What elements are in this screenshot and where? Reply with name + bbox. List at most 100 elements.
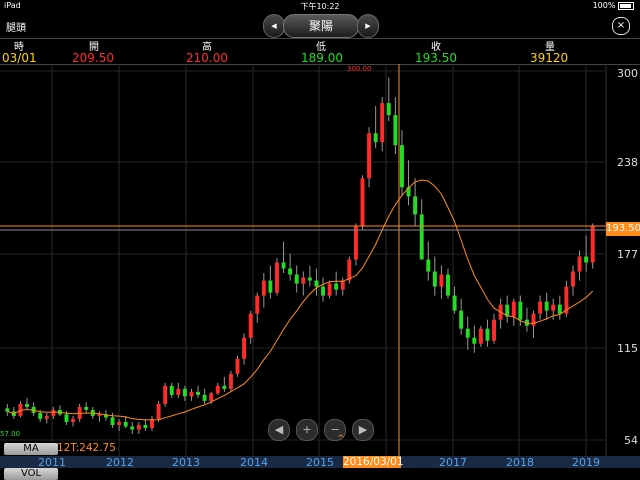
moving-average-line	[7, 179, 594, 421]
zoom-in-button[interactable]: +	[296, 419, 318, 441]
candle-body	[143, 424, 148, 428]
candle-body	[84, 406, 89, 410]
value-low: 189.00	[301, 51, 343, 65]
candle-body	[419, 214, 424, 260]
vol-button[interactable]: VOL	[4, 468, 58, 480]
candle-body	[426, 259, 431, 272]
back-button[interactable]: 腿頭	[6, 19, 26, 34]
candle-body	[71, 418, 76, 422]
candle-body	[485, 328, 490, 341]
candle-body	[367, 133, 372, 179]
candlestick-chart[interactable]: 300 238 177 115 54 300.00 57.00	[0, 64, 640, 456]
candle-body	[314, 280, 319, 287]
candle-body	[163, 385, 168, 404]
y-axis-labels: 300 238 177 115 54	[617, 67, 638, 447]
candle-body	[248, 313, 253, 338]
y-tick-label: 300	[617, 67, 638, 80]
left-arrow-icon: ◀	[271, 22, 277, 30]
close-button[interactable]: ×	[612, 17, 630, 35]
candle-body	[97, 414, 102, 416]
candle-body	[25, 403, 29, 407]
next-stock-button[interactable]: ▶	[357, 14, 379, 38]
candle-body	[156, 403, 161, 419]
y-tick-label: 54	[624, 434, 638, 447]
chart-grid	[0, 64, 607, 456]
candle-body	[51, 409, 56, 416]
value-volume: 39120	[530, 51, 569, 65]
candle-body	[373, 133, 378, 143]
candle-body	[465, 328, 470, 338]
caret-up-icon: ^	[337, 434, 345, 444]
status-time: 下午10:22	[300, 2, 340, 11]
candle-body	[182, 388, 187, 397]
x-tick-label: 2014	[240, 456, 268, 469]
x-tick-label: 2013	[172, 456, 200, 469]
candle-body	[571, 271, 575, 287]
candle-body	[432, 271, 437, 287]
candle-body	[136, 424, 141, 430]
status-bar: iPad 下午10:22 100%	[0, 0, 640, 12]
candle-body	[176, 388, 181, 395]
close-icon: ×	[616, 20, 626, 31]
candle-body	[386, 103, 391, 116]
ma-value: 12T:242.75	[57, 442, 116, 454]
candle-body	[261, 280, 266, 296]
right-arrow-icon: ▶	[365, 22, 371, 30]
prev-stock-button[interactable]: ◀	[263, 14, 285, 38]
candle-series	[5, 77, 595, 434]
value-high: 210.00	[186, 51, 228, 65]
candle-body	[123, 421, 128, 427]
candle-body	[538, 301, 543, 314]
x-tick-label: 2012	[106, 456, 134, 469]
candle-body	[44, 415, 49, 419]
y-tick-label: 238	[617, 156, 638, 169]
x-tick-label: 2015	[306, 456, 334, 469]
candle-body	[518, 301, 523, 320]
candle-body	[307, 277, 312, 281]
candle-body	[452, 295, 457, 311]
stock-title[interactable]: 聚陽	[283, 14, 359, 38]
candle-body	[209, 393, 214, 401]
candle-body	[353, 226, 358, 260]
candle-body	[557, 304, 562, 314]
value-open: 209.50	[72, 51, 114, 65]
candle-body	[281, 262, 286, 269]
candle-body	[446, 274, 450, 296]
value-close: 193.50	[415, 51, 457, 65]
candle-body	[215, 385, 220, 394]
x-tick-label: 2018	[506, 456, 534, 469]
y-tick-label: 115	[617, 342, 638, 355]
left-arrow-icon: ◀	[274, 423, 284, 436]
candle-body	[301, 277, 306, 284]
right-arrow-icon: ▶	[358, 423, 368, 436]
candle-body	[202, 394, 207, 401]
candle-body	[196, 391, 201, 395]
candle-body	[38, 412, 43, 419]
candle-body	[360, 178, 365, 227]
candle-body	[189, 391, 194, 397]
candle-body	[380, 103, 385, 143]
x-axis: 2011 2012 2013 2014 2015 2017 2018 2019	[0, 456, 640, 469]
candle-body	[255, 295, 260, 314]
y-tick-label: 177	[617, 248, 638, 261]
candle-body	[590, 226, 595, 263]
candle-body	[544, 301, 549, 311]
candle-body	[340, 280, 345, 290]
candle-body	[459, 310, 464, 329]
scroll-left-button[interactable]: ◀	[268, 419, 290, 441]
scroll-right-button[interactable]: ▶	[352, 419, 374, 441]
candle-body	[110, 417, 115, 425]
candle-body	[478, 328, 483, 344]
candle-body	[551, 304, 556, 311]
candle-body	[334, 283, 339, 290]
candle-body	[268, 280, 273, 293]
candle-body	[439, 274, 444, 287]
current-price-badge: 193.50	[606, 222, 640, 236]
ma-button[interactable]: MA	[4, 443, 58, 455]
battery-percent: 100%	[592, 1, 616, 10]
candle-body	[242, 337, 247, 359]
candle-body	[130, 426, 135, 430]
crosshair	[0, 64, 606, 456]
candle-body	[584, 256, 589, 263]
x-tick-label: 2019	[572, 456, 600, 469]
